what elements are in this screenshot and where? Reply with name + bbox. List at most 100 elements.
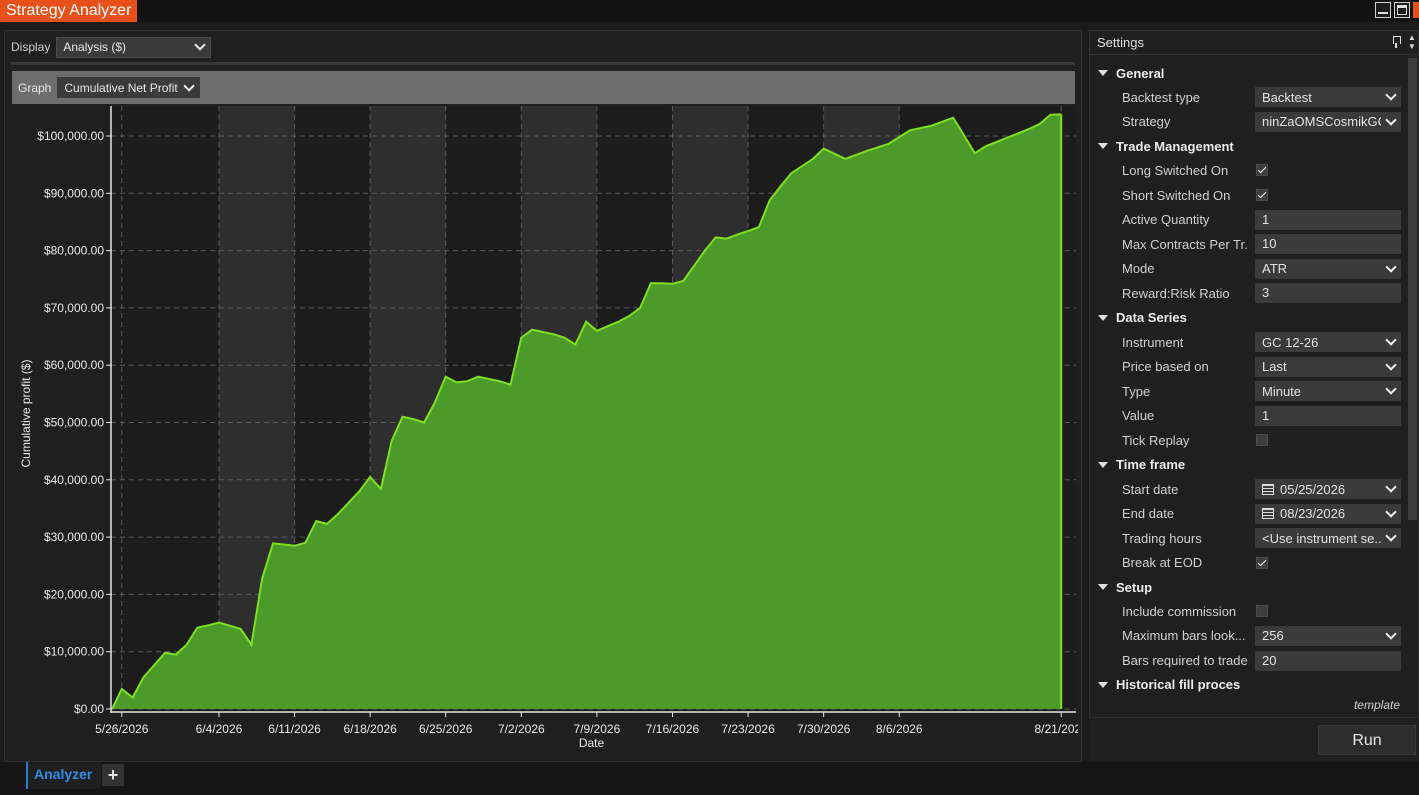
maximize-icon[interactable] bbox=[1394, 2, 1410, 18]
graph-select-value: Cumulative Net Profit bbox=[64, 80, 178, 95]
select-value-wrap: 05/25/2026 bbox=[1262, 482, 1345, 497]
y-tick-label: $70,000.00 bbox=[44, 301, 104, 315]
chevron-down-icon bbox=[1385, 114, 1397, 126]
x-tick-label: 7/23/2026 bbox=[721, 722, 775, 736]
property-label: Tick Replay bbox=[1122, 432, 1190, 448]
category-historical-fill-proces[interactable]: Historical fill proces bbox=[1090, 673, 1410, 697]
type-select[interactable]: Minute bbox=[1255, 381, 1401, 402]
chevron-down-icon bbox=[1385, 358, 1397, 371]
add-tab-button[interactable]: + bbox=[102, 764, 124, 786]
select-value: Last bbox=[1262, 359, 1287, 375]
x-tick-label: 7/16/2026 bbox=[646, 722, 700, 736]
max-contracts-per-tr-field[interactable]: 10 bbox=[1255, 234, 1401, 255]
category-setup[interactable]: Setup bbox=[1090, 575, 1410, 599]
active-quantity-field[interactable]: 1 bbox=[1255, 209, 1401, 230]
trading-hours-select[interactable]: <Use instrument se... bbox=[1255, 528, 1401, 549]
maximum-bars-look-select[interactable]: 256 bbox=[1255, 625, 1401, 646]
property-label: Backtest type bbox=[1122, 89, 1201, 105]
property-include-commission: Include commission bbox=[1090, 599, 1410, 624]
y-tick-label: $60,000.00 bbox=[44, 358, 104, 372]
long-switched-on-checkbox[interactable] bbox=[1256, 164, 1268, 177]
mode-select[interactable]: ATR bbox=[1255, 258, 1401, 279]
backtest-type-select[interactable]: Backtest bbox=[1255, 87, 1401, 108]
select-value: 05/25/2026 bbox=[1280, 481, 1346, 497]
scroll-arrows-icon[interactable]: ▲ ▼ bbox=[1408, 33, 1416, 53]
value-field[interactable]: 1 bbox=[1255, 405, 1401, 426]
property-value: Value 1 bbox=[1090, 404, 1410, 429]
category-trade-management[interactable]: Trade Management bbox=[1090, 134, 1410, 158]
expand-triangle-icon bbox=[1098, 461, 1108, 468]
select-value: Backtest bbox=[1262, 89, 1312, 105]
property-strategy: Strategy ninZaOMSCosmikGC bbox=[1090, 110, 1410, 135]
x-tick-label: 7/2/2026 bbox=[498, 722, 545, 736]
settings-panel: Settings ▲ ▼ General Backtest type Backtest… bbox=[1089, 30, 1419, 718]
property-maximum-bars-look: Maximum bars look... 256 bbox=[1090, 624, 1410, 649]
graph-select[interactable]: Cumulative Net Profit bbox=[57, 77, 201, 98]
property-backtest-type: Backtest type Backtest bbox=[1090, 85, 1410, 110]
template-link[interactable]: template bbox=[1354, 698, 1400, 712]
bars-required-to-trade-field[interactable]: 20 bbox=[1255, 650, 1401, 671]
select-value-wrap: Last bbox=[1262, 359, 1287, 374]
run-button[interactable]: Run bbox=[1318, 725, 1416, 755]
tab-analyzer[interactable]: Analyzer bbox=[26, 762, 101, 789]
property-label: Trading hours bbox=[1122, 530, 1202, 546]
select-value-wrap: 256 bbox=[1262, 628, 1284, 643]
property-label: Price based on bbox=[1122, 359, 1209, 375]
end-date-select[interactable]: 08/23/2026 bbox=[1255, 503, 1401, 524]
minimize-icon[interactable] bbox=[1375, 2, 1391, 18]
start-date-select[interactable]: 05/25/2026 bbox=[1255, 479, 1401, 500]
category-data-series[interactable]: Data Series bbox=[1090, 306, 1410, 330]
property-bars-required-to-trade: Bars required to trade 20 bbox=[1090, 648, 1410, 673]
property-label: Strategy bbox=[1122, 114, 1171, 130]
property-label: Bars required to trade bbox=[1122, 653, 1248, 669]
property-label: Active Quantity bbox=[1122, 212, 1210, 228]
settings-title: Settings bbox=[1097, 35, 1144, 50]
title-bar: Strategy Analyzer bbox=[0, 0, 1419, 22]
instrument-select[interactable]: GC 12-26 bbox=[1255, 332, 1401, 353]
category-general[interactable]: General bbox=[1090, 61, 1410, 85]
x-tick-label: 7/30/2026 bbox=[797, 722, 851, 736]
category-label: Time frame bbox=[1116, 457, 1186, 473]
chevron-down-icon bbox=[1385, 383, 1397, 395]
category-label: Data Series bbox=[1116, 310, 1187, 326]
y-tick-label: $10,000.00 bbox=[44, 645, 104, 659]
y-tick-label: $0.00 bbox=[74, 702, 104, 716]
select-value-wrap: ninZaOMSCosmikGC bbox=[1262, 114, 1381, 129]
expand-triangle-icon bbox=[1098, 70, 1108, 76]
display-select-value: Analysis ($) bbox=[63, 40, 127, 54]
close-icon[interactable] bbox=[1413, 2, 1419, 18]
x-tick-label: 6/18/2026 bbox=[343, 722, 397, 736]
include-commission-checkbox[interactable] bbox=[1256, 605, 1268, 618]
strategy-select[interactable]: ninZaOMSCosmikGC bbox=[1255, 111, 1401, 132]
graph-bar: Graph Cumulative Net Profit bbox=[12, 71, 1075, 104]
y-tick-label: $20,000.00 bbox=[44, 587, 104, 601]
x-tick-label: 5/26/2026 bbox=[95, 722, 149, 736]
property-price-based-on: Price based on Last bbox=[1090, 354, 1410, 379]
property-label: Long Switched On bbox=[1122, 162, 1229, 178]
analysis-panel: Display Analysis ($) Graph Cumulative Ne… bbox=[4, 30, 1082, 762]
select-value: 08/23/2026 bbox=[1280, 506, 1346, 522]
select-value: ATR bbox=[1262, 261, 1288, 277]
pin-icon[interactable] bbox=[1392, 36, 1401, 48]
tab-bar: Analyzer + bbox=[0, 762, 1419, 795]
category-time-frame[interactable]: Time frame bbox=[1090, 453, 1410, 477]
tick-replay-checkbox[interactable] bbox=[1256, 434, 1268, 447]
break-at-eod-checkbox[interactable] bbox=[1256, 556, 1268, 569]
property-label: Reward:Risk Ratio bbox=[1122, 285, 1230, 301]
category-label: Setup bbox=[1116, 579, 1153, 595]
graph-label: Graph bbox=[18, 80, 52, 95]
property-label: Mode bbox=[1122, 261, 1155, 277]
expand-triangle-icon bbox=[1098, 584, 1108, 591]
display-label: Display bbox=[11, 40, 51, 54]
property-end-date: End date 08/23/2026 bbox=[1090, 501, 1410, 526]
price-based-on-select[interactable]: Last bbox=[1255, 356, 1401, 377]
display-select[interactable]: Analysis ($) bbox=[56, 36, 212, 58]
property-start-date: Start date 05/25/2026 bbox=[1090, 477, 1410, 502]
select-value: <Use instrument se... bbox=[1262, 530, 1381, 546]
reward-risk-ratio-field[interactable]: 3 bbox=[1255, 283, 1401, 304]
short-switched-on-checkbox[interactable] bbox=[1256, 189, 1268, 202]
property-label: Type bbox=[1122, 383, 1151, 399]
window-title: Strategy Analyzer bbox=[0, 0, 138, 22]
property-label: Maximum bars look... bbox=[1122, 628, 1246, 644]
property-reward-risk-ratio: Reward:Risk Ratio 3 bbox=[1090, 281, 1410, 306]
